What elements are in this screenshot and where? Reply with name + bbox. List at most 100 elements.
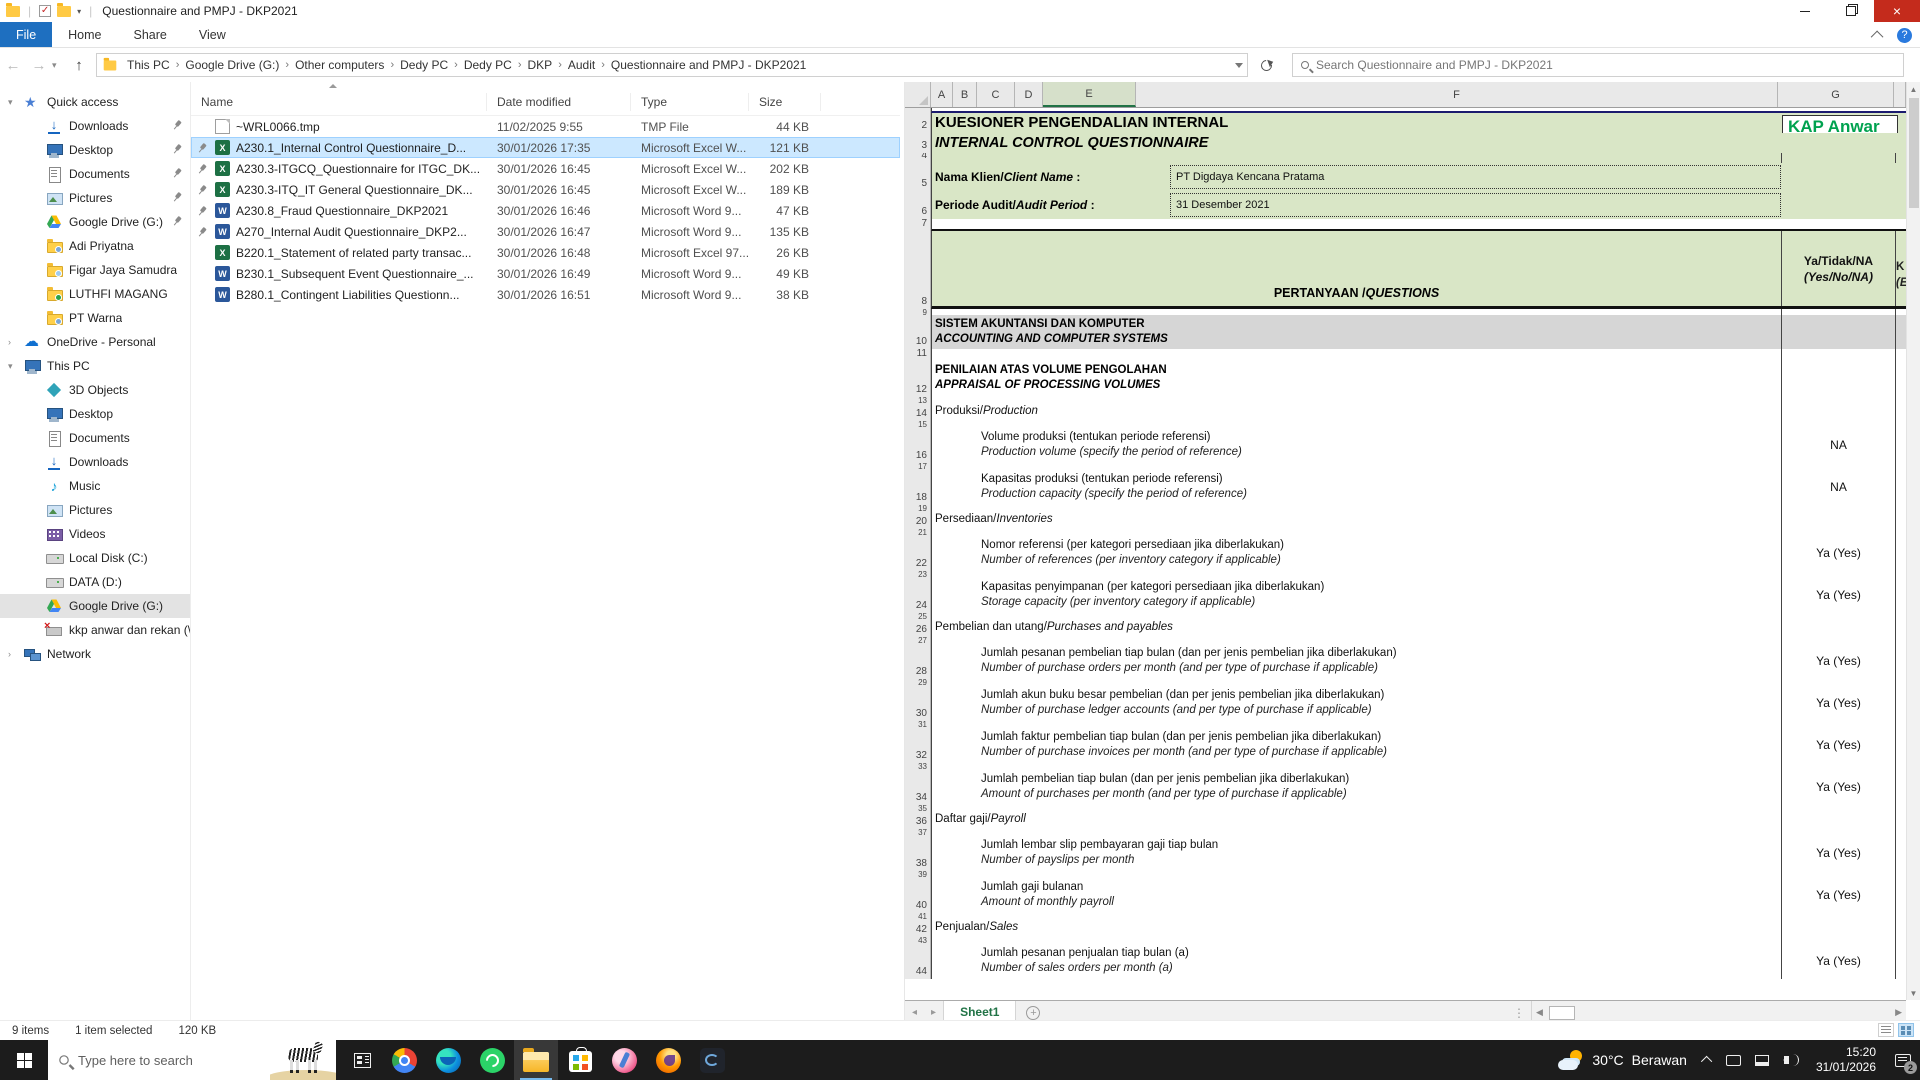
column-header-D[interactable]: D [1015,82,1043,107]
network-icon[interactable] [1748,1055,1776,1066]
help-icon[interactable]: ? [1897,28,1912,43]
tab-options-dots[interactable]: ⋮ [1513,1006,1531,1020]
expander-chevron-icon[interactable]: › [8,649,11,659]
minimize-button[interactable] [1782,0,1828,22]
column-header-C[interactable]: C [977,82,1015,107]
restore-button[interactable] [1828,0,1874,22]
tab-file[interactable]: File [0,22,52,47]
add-sheet-icon[interactable]: + [1026,1006,1040,1020]
sidebar-item-downloads[interactable]: Downloads [0,450,190,474]
tab-view[interactable]: View [183,22,242,47]
answer-cell[interactable] [1781,811,1896,829]
sidebar-item-luthfi-magang[interactable]: LUTHFI MAGANG [0,282,190,306]
sidebar-group-quick-access[interactable]: ▾Quick access [0,90,190,114]
breadcrumb-item[interactable]: This PC [123,58,174,72]
horizontal-scrollbar[interactable]: ◀ ▶ [1531,1001,1906,1020]
taskbar-app-whatsapp[interactable] [470,1040,514,1080]
sidebar-item-documents[interactable]: Documents [0,426,190,450]
tray-expand-button[interactable] [1697,1056,1719,1064]
task-view-button[interactable] [342,1040,382,1080]
up-button[interactable]: ↑ [66,57,92,74]
answer-value[interactable]: NA [1781,469,1896,505]
v-scroll-thumb[interactable] [1909,98,1919,208]
column-header-size[interactable]: Size [749,93,821,111]
sidebar-item-videos[interactable]: Videos [0,522,190,546]
sidebar-item-documents[interactable]: Documents [0,162,190,186]
sidebar-item-desktop[interactable]: Desktop [0,138,190,162]
search-highlight-zebra-image[interactable] [270,1040,336,1080]
breadcrumb-item[interactable]: Audit [564,58,599,72]
refresh-button[interactable] [1248,53,1284,77]
answer-value[interactable]: NA [1781,427,1896,463]
file-row[interactable]: A230.8_Fraud Questionnaire_DKP202130/01/… [191,200,900,221]
answer-cell[interactable] [1781,315,1896,349]
collapse-ribbon-icon[interactable] [1871,30,1884,43]
sidebar-item-pt-warna[interactable]: PT Warna [0,306,190,330]
sidebar-item-figar-jaya-samudra[interactable]: Figar Jaya Samudra [0,258,190,282]
select-all-corner[interactable] [905,82,931,107]
notification-center-button[interactable]: 2 [1886,1040,1920,1080]
answer-value[interactable]: Ya (Yes) [1781,685,1896,721]
column-header-B[interactable]: B [953,82,977,107]
sidebar-item-adi-priyatna[interactable]: Adi Priyatna [0,234,190,258]
scroll-up-icon[interactable]: ▲ [1907,82,1920,96]
sheet-tab[interactable]: Sheet1 [943,1001,1016,1020]
file-row[interactable]: B230.1_Subsequent Event Questionnaire_..… [191,263,900,284]
sidebar-item-music[interactable]: Music [0,474,190,498]
breadcrumb-item[interactable]: Google Drive (G:) [181,58,283,72]
expander-chevron-icon[interactable]: › [8,337,11,347]
tablet-mode-icon[interactable] [1719,1055,1748,1066]
scroll-down-icon[interactable]: ▼ [1907,986,1920,1000]
sidebar-item-desktop[interactable]: Desktop [0,402,190,426]
answer-value[interactable]: Ya (Yes) [1781,877,1896,913]
breadcrumb-item[interactable]: Other computers [291,58,388,72]
weather-widget[interactable]: 30°C Berawan [1548,1050,1697,1070]
file-row[interactable]: A230.1_Internal Control Questionnaire_D.… [191,137,900,158]
sidebar-item-local-disk-c-[interactable]: Local Disk (C:) [0,546,190,570]
search-input[interactable]: Search Questionnaire and PMPJ - DKP2021 [1292,53,1904,77]
sidebar-item-pictures[interactable]: Pictures [0,186,190,210]
sidebar-item-data-d-[interactable]: DATA (D:) [0,570,190,594]
taskbar-app-pink[interactable] [602,1040,646,1080]
taskbar-app-dark[interactable] [690,1040,734,1080]
properties-check-icon[interactable]: ✓ [39,5,51,17]
address-box[interactable]: This PC›Google Drive (G:)›Other computer… [96,53,1248,77]
taskbar-search-input[interactable]: Type here to search [48,1040,336,1080]
vertical-scrollbar[interactable]: ▲ ▼ [1906,82,1920,1000]
back-button[interactable]: ← [0,57,26,74]
answer-cell[interactable] [1781,361,1896,397]
taskbar-app-chrome[interactable] [382,1040,426,1080]
sidebar-item-pictures[interactable]: Pictures [0,498,190,522]
answer-value[interactable]: Ya (Yes) [1781,577,1896,613]
column-header-F[interactable]: F [1136,82,1778,107]
sidebar-item-downloads[interactable]: Downloads [0,114,190,138]
start-button[interactable] [0,1040,48,1080]
large-icons-view-toggle[interactable] [1898,1023,1914,1037]
close-button[interactable]: × [1874,0,1920,22]
forward-button[interactable]: → [26,57,52,74]
taskbar-app-edge[interactable] [426,1040,470,1080]
column-header-G[interactable]: G [1778,82,1894,107]
field-value[interactable]: PT Digdaya Kencana Pratama [1170,165,1781,189]
file-row[interactable]: A230.3-ITGCQ_Questionnaire for ITGC_DK..… [191,158,900,179]
column-header-E[interactable]: E [1043,82,1136,107]
sidebar-item-google-drive-g-[interactable]: Google Drive (G:) [0,210,190,234]
sidebar-group-onedrive-personal[interactable]: ›OneDrive - Personal [0,330,190,354]
volume-icon[interactable] [1776,1054,1806,1066]
sidebar-item-3d-objects[interactable]: 3D Objects [0,378,190,402]
sidebar-item-kkp-anwar-dan-rekan-1[interactable]: ×kkp anwar dan rekan (\\1 [0,618,190,642]
customize-toolbar-chevron-icon[interactable]: ▾ [77,7,81,16]
column-header-date[interactable]: Date modified [487,93,631,111]
answer-cell[interactable] [1781,511,1896,529]
answer-value[interactable]: Ya (Yes) [1781,943,1896,979]
breadcrumb-item[interactable]: Dedy PC [460,58,516,72]
breadcrumb-item[interactable]: DKP [524,58,557,72]
sidebar-group-this-pc[interactable]: ▾This PC [0,354,190,378]
answer-value[interactable]: Ya (Yes) [1781,643,1896,679]
file-row[interactable]: A230.3-ITQ_IT General Questionnaire_DK..… [191,179,900,200]
answer-value[interactable]: Ya (Yes) [1781,727,1896,763]
taskbar-app-firefox[interactable] [646,1040,690,1080]
sheet-nav-left-icon[interactable]: ◂ [905,1007,924,1018]
h-scroll-thumb[interactable] [1549,1006,1575,1020]
sidebar-group-network[interactable]: ›Network [0,642,190,666]
